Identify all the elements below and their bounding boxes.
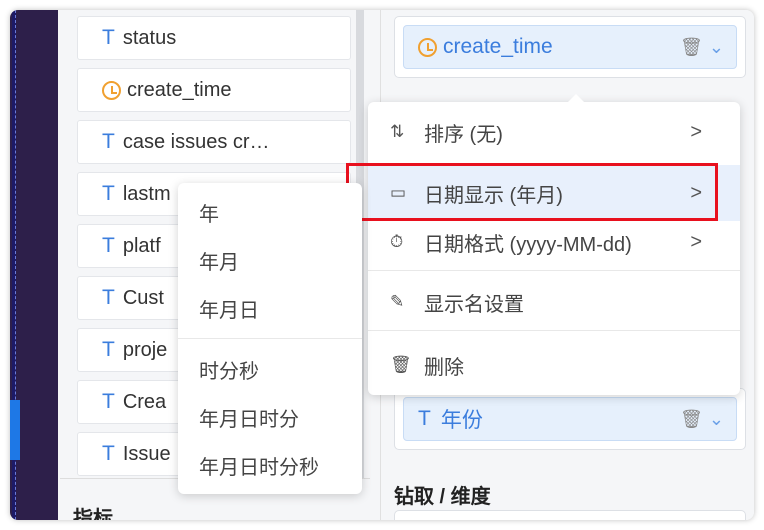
chevron-right-icon: > [690, 230, 702, 253]
text-type-icon: T [418, 407, 431, 430]
field-label: Cust [122, 286, 164, 309]
field-item[interactable]: Tstatus [77, 16, 351, 60]
menu-item-label: 删除 [424, 356, 464, 379]
text-type-icon: T [102, 26, 115, 49]
submenu-item[interactable]: 时分秒 [199, 355, 259, 384]
field-label: status [122, 26, 177, 49]
drill-slot[interactable] [394, 510, 746, 520]
trash-icon[interactable]: 🗑 [680, 37, 703, 57]
sidebar-tab[interactable] [10, 400, 20, 460]
text-type-icon: T [102, 234, 115, 257]
divider [368, 330, 740, 331]
submenu-item[interactable]: 年月日时分秒 [199, 451, 319, 480]
trash-icon[interactable]: 🗑 [680, 409, 703, 429]
clock-icon [102, 80, 121, 100]
dimension-label: 年份 [440, 409, 483, 432]
dimension-slot-2: T 年份 🗑 ⌄ [394, 388, 746, 450]
chevron-down-icon[interactable]: ⌄ [709, 37, 724, 57]
field-label: Issue [122, 442, 171, 465]
stopwatch-icon: ⏱ [390, 232, 404, 251]
field-label: Crea [122, 390, 167, 413]
sidebar [10, 10, 58, 520]
submenu-item[interactable]: 年月 [199, 246, 239, 275]
field-label: platf [122, 234, 161, 257]
text-type-icon: T [102, 182, 115, 205]
highlight-box [346, 163, 718, 221]
field-label: create_time [127, 78, 232, 101]
dimension-slot: create_time 🗑 ⌄ [394, 16, 746, 78]
menu-item-label: 排序 (无) [424, 123, 503, 146]
dimension-pill-create-time[interactable]: create_time 🗑 ⌄ [403, 25, 737, 69]
menu-item-label: 日期格式 (yyyy-MM-dd) [424, 233, 632, 256]
menu-item-label: 显示名设置 [424, 293, 524, 316]
field-item[interactable]: create_time [77, 68, 351, 112]
field-label: case issues cr… [122, 130, 270, 153]
chevron-down-icon[interactable]: ⌄ [709, 409, 724, 429]
text-type-icon: T [102, 338, 115, 361]
text-type-icon: T [102, 130, 115, 153]
field-item[interactable]: Tcase issues cr… [77, 120, 351, 164]
sort-icon: ⇅ [390, 122, 405, 141]
dimension-context-menu: ⇅ 排序 (无) > ▭ 日期显示 (年月) > ⏱ 日期格式 (yyyy-MM-dd) > ✎ 显… [368, 94, 740, 395]
field-label: proje [122, 338, 168, 361]
menu-item[interactable]: ⇅ 排序 (无) > [368, 104, 740, 160]
edit-icon: ✎ [390, 292, 405, 311]
drill-heading: 钻取 / 维度 [394, 486, 491, 508]
date-display-submenu: 年年月 年月日 时分秒 年月日时分 年月日时分秒 [178, 183, 362, 494]
trash-icon: 🗑 [390, 355, 412, 374]
text-type-icon: T [102, 442, 115, 465]
menu-item[interactable]: 🗑 删除 [368, 337, 740, 393]
menu-item[interactable]: ✎ 显示名设置 [368, 274, 740, 330]
dimension-label: create_time [443, 35, 553, 58]
clock-icon [418, 37, 437, 57]
submenu-item[interactable]: 年月日 [199, 294, 259, 323]
text-type-icon: T [102, 286, 115, 309]
field-label: lastm [122, 182, 171, 205]
text-type-icon: T [102, 390, 115, 413]
submenu-item[interactable]: 年 [199, 198, 219, 227]
metrics-heading: 指标 [73, 508, 113, 520]
dimension-pill-year[interactable]: T 年份 🗑 ⌄ [403, 397, 737, 441]
menu-item[interactable]: ⏱ 日期格式 (yyyy-MM-dd) > [368, 214, 740, 270]
divider [368, 270, 740, 271]
divider [178, 338, 362, 339]
chevron-right-icon: > [690, 120, 702, 143]
submenu-item[interactable]: 年月日时分 [199, 403, 299, 432]
